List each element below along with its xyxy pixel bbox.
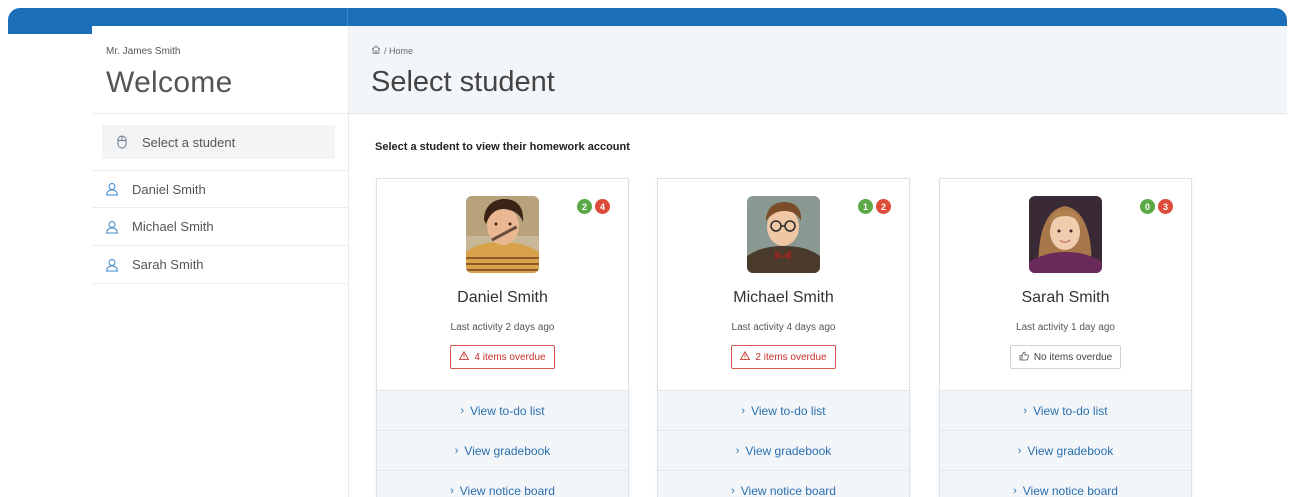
student-name: Sarah Smith	[1021, 289, 1110, 306]
mouse-icon	[102, 135, 142, 149]
home-icon[interactable]	[371, 45, 381, 56]
chevron-right-icon: ›	[735, 444, 740, 457]
overdue-count-badge: 4	[595, 199, 610, 214]
sidebar-item-label: Select a student	[142, 134, 236, 150]
view-gradebook-link[interactable]: › View gradebook	[658, 430, 909, 470]
student-name: Daniel Smith	[457, 289, 548, 306]
page-title: Select student	[371, 66, 555, 98]
user-icon	[92, 258, 132, 272]
chevron-right-icon: ›	[450, 484, 454, 497]
overdue-count-badge: 3	[1158, 199, 1173, 214]
completed-count-badge: 1	[858, 199, 873, 214]
link-label: View to-do list	[751, 403, 826, 418]
sidebar-item-daniel[interactable]: Daniel Smith	[92, 170, 348, 208]
last-activity: Last activity 1 day ago	[1016, 322, 1115, 333]
view-notice-board-link[interactable]: › View notice board	[377, 470, 628, 497]
thumbs-up-icon	[1019, 351, 1029, 364]
overdue-count-badge: 2	[876, 199, 891, 214]
user-name: Mr. James Smith	[106, 46, 181, 57]
chevron-right-icon: ›	[731, 484, 735, 497]
last-activity: Last activity 4 days ago	[731, 322, 836, 333]
chevron-right-icon: ›	[454, 444, 459, 457]
link-label: View gradebook	[1027, 443, 1114, 458]
breadcrumb: / Home	[371, 45, 413, 56]
user-icon	[92, 182, 132, 196]
link-label: View gradebook	[464, 443, 551, 458]
warning-icon	[740, 350, 751, 363]
link-label: View notice board	[1022, 483, 1118, 497]
page-header: / Home Select student	[348, 26, 1287, 114]
chevron-right-icon: ›	[460, 404, 465, 417]
badge-group: 1 2	[858, 199, 891, 214]
view-todo-link[interactable]: › View to-do list	[940, 390, 1191, 430]
student-card-daniel: 2 4 Daniel Smith Last activity 2 days ag…	[376, 178, 629, 497]
sidebar-item-michael[interactable]: Michael Smith	[92, 208, 348, 246]
avatar	[1029, 196, 1102, 273]
last-activity: Last activity 2 days ago	[450, 322, 555, 333]
student-card-sarah: 0 3 Sarah Smith Last activity 1 day ago …	[939, 178, 1192, 497]
status-text: 4 items overdue	[474, 351, 546, 363]
chevron-right-icon: ›	[1013, 484, 1017, 497]
status-text: 2 items overdue	[755, 351, 827, 363]
status-badge: 4 items overdue	[450, 345, 555, 369]
sidebar-item-sarah[interactable]: Sarah Smith	[92, 246, 348, 284]
sidebar-item-label: Michael Smith	[132, 219, 214, 234]
view-notice-board-link[interactable]: › View notice board	[658, 470, 909, 497]
student-card-michael: 1 2 Michael Smith Last activity 4 days a…	[657, 178, 910, 497]
view-gradebook-link[interactable]: › View gradebook	[377, 430, 628, 470]
chevron-right-icon: ›	[741, 404, 746, 417]
warning-icon	[459, 350, 470, 363]
link-label: View notice board	[459, 483, 555, 497]
instruction-text: Select a student to view their homework …	[375, 141, 630, 153]
link-label: View gradebook	[745, 443, 832, 458]
chevron-right-icon: ›	[1017, 444, 1022, 457]
sidebar-item-label: Daniel Smith	[132, 181, 206, 197]
badge-group: 2 4	[577, 199, 610, 214]
view-todo-link[interactable]: › View to-do list	[377, 390, 628, 430]
sidebar: Mr. James Smith Welcome Select a student…	[92, 26, 348, 497]
welcome-heading: Welcome	[106, 66, 233, 99]
user-icon	[92, 220, 132, 234]
top-bar-divider	[347, 8, 348, 26]
link-label: View notice board	[740, 483, 836, 497]
avatar	[466, 196, 539, 273]
completed-count-badge: 0	[1140, 199, 1155, 214]
sidebar-item-select-student[interactable]: Select a student	[102, 125, 335, 159]
view-gradebook-link[interactable]: › View gradebook	[940, 430, 1191, 470]
badge-group: 0 3	[1140, 199, 1173, 214]
link-label: View to-do list	[1033, 403, 1108, 418]
status-badge: 2 items overdue	[731, 345, 836, 369]
view-notice-board-link[interactable]: › View notice board	[940, 470, 1191, 497]
view-todo-link[interactable]: › View to-do list	[658, 390, 909, 430]
link-label: View to-do list	[470, 403, 545, 418]
completed-count-badge: 2	[577, 199, 592, 214]
sidebar-header: Mr. James Smith Welcome	[92, 26, 348, 114]
status-text: No items overdue	[1033, 351, 1113, 363]
chevron-right-icon: ›	[1023, 404, 1028, 417]
student-name: Michael Smith	[733, 289, 834, 306]
breadcrumb-text[interactable]: / Home	[384, 46, 413, 56]
sidebar-item-label: Sarah Smith	[132, 257, 204, 272]
status-badge: No items overdue	[1009, 345, 1122, 369]
avatar	[747, 196, 820, 273]
